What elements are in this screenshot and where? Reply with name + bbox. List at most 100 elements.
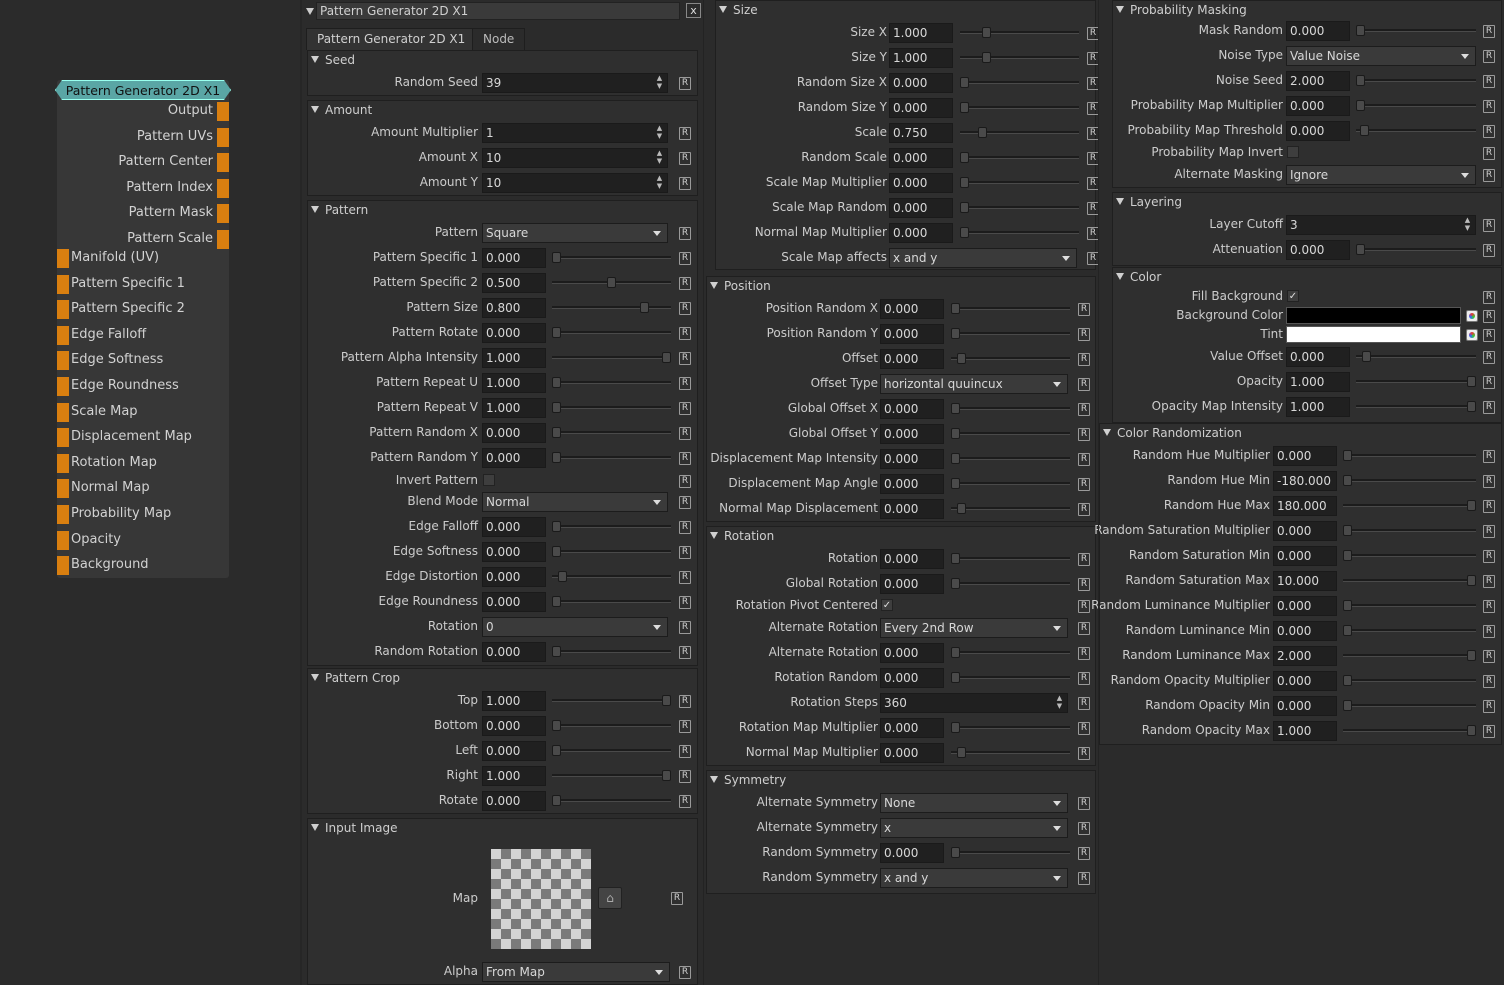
dropdown[interactable]: Value Noise [1286,46,1476,66]
value-field[interactable]: 0.000 [482,423,546,443]
reset-button[interactable]: R [1078,622,1090,635]
reset-button[interactable]: R [679,475,691,488]
value-field[interactable]: 0.000 [880,424,944,444]
slider-track[interactable] [1343,679,1476,682]
slider-handle[interactable] [552,402,561,413]
slider-handle[interactable] [951,403,960,414]
slider-track[interactable] [1343,454,1476,457]
reset-button[interactable]: R [1483,329,1495,342]
slider-handle[interactable] [1356,25,1365,36]
slider-track[interactable] [951,457,1070,460]
collapse-triangle-icon[interactable] [311,106,319,113]
load-image-icon[interactable]: ⌂ [598,887,622,909]
dropdown[interactable]: Every 2nd Row [880,618,1068,638]
slider-track[interactable] [960,56,1079,59]
group-header[interactable]: Color [1116,270,1161,284]
slider-handle[interactable] [552,252,561,263]
output-port[interactable] [217,102,229,121]
value-field[interactable]: 0.000 [880,349,944,369]
value-field[interactable]: 1.000 [482,348,546,368]
group-header[interactable]: Symmetry [710,773,786,787]
group-header[interactable]: Seed [311,53,355,67]
input-port[interactable] [57,453,69,473]
reset-button[interactable]: R [671,892,683,905]
slider-handle[interactable] [960,77,969,88]
value-field[interactable]: 0.000 [1286,240,1350,260]
slider-handle[interactable] [978,127,987,138]
slider-track[interactable] [951,557,1070,560]
value-field[interactable]: 0.000 [889,148,953,168]
value-field[interactable]: 0.000 [880,324,944,344]
group-header[interactable]: Amount [311,103,372,117]
collapse-icon[interactable] [306,8,314,15]
value-field[interactable]: 0.000 [880,668,944,688]
slider-track[interactable] [552,456,671,459]
slider-handle[interactable] [951,722,960,733]
reset-button[interactable]: R [1483,25,1495,38]
dropdown[interactable]: Normal [482,492,668,512]
slider-handle[interactable] [552,427,561,438]
value-field[interactable]: 0.000 [880,399,944,419]
slider-handle[interactable] [1467,401,1476,412]
reset-button[interactable]: R [1078,428,1090,441]
spin-field[interactable]: 3 [1286,215,1476,235]
slider-track[interactable] [552,774,671,777]
slider-track[interactable] [1343,529,1476,532]
reset-button[interactable]: R [679,596,691,609]
slider-handle[interactable] [552,720,561,731]
spin-field[interactable]: 10 [482,148,668,168]
slider-track[interactable] [1343,729,1476,732]
slider-handle[interactable] [662,695,671,706]
reset-button[interactable]: R [679,302,691,315]
value-field[interactable]: 0.000 [482,642,546,662]
reset-button[interactable]: R [679,745,691,758]
value-field[interactable]: 0.000 [880,499,944,519]
slider-handle[interactable] [1360,125,1369,136]
reset-button[interactable]: R [1078,747,1090,760]
slider-handle[interactable] [951,647,960,658]
collapse-triangle-icon[interactable] [311,824,319,831]
value-field[interactable]: 0.000 [880,743,944,763]
value-field[interactable]: 0.000 [880,574,944,594]
reset-button[interactable]: R [679,377,691,390]
reset-button[interactable]: R [1078,822,1090,835]
slider-handle[interactable] [1343,675,1352,686]
input-port[interactable] [57,505,69,524]
reset-button[interactable]: R [679,402,691,415]
slider-handle[interactable] [1356,75,1365,86]
reset-button[interactable]: R [679,227,691,240]
collapse-triangle-icon[interactable] [719,6,727,13]
slider-track[interactable] [552,406,671,409]
reset-button[interactable]: R [1483,450,1495,463]
slider-track[interactable] [552,381,671,384]
spin-arrows-icon[interactable]: ▲ ▼ [1462,216,1473,234]
value-field[interactable]: 0.000 [880,299,944,319]
reset-button[interactable]: R [1483,401,1495,414]
value-field[interactable]: 0.000 [880,474,944,494]
slider-track[interactable] [951,582,1070,585]
reset-button[interactable]: R [1483,725,1495,738]
slider-handle[interactable] [951,328,960,339]
tab-pattern-generator[interactable]: Pattern Generator 2D X1 [306,28,477,50]
reset-button[interactable]: R [679,546,691,559]
slider-track[interactable] [552,550,671,553]
reset-button[interactable]: R [1078,503,1090,516]
reset-button[interactable]: R [1078,478,1090,491]
input-port[interactable] [57,377,69,396]
reset-button[interactable]: R [679,152,691,165]
slider-track[interactable] [552,256,671,259]
slider-handle[interactable] [951,578,960,589]
slider-track[interactable] [951,676,1070,679]
slider-track[interactable] [1356,129,1476,132]
slider-track[interactable] [951,482,1070,485]
slider-handle[interactable] [1356,244,1365,255]
pattern-generator-node[interactable]: Pattern Generator 2D X1 Output Pattern UV… [57,80,229,578]
reset-button[interactable]: R [679,720,691,733]
slider-track[interactable] [1343,704,1476,707]
reset-button[interactable]: R [1078,403,1090,416]
input-port[interactable] [57,402,69,422]
slider-track[interactable] [960,231,1079,234]
reset-button[interactable]: R [1483,525,1495,538]
slider-handle[interactable] [951,847,960,858]
dropdown[interactable]: x and y [880,868,1068,888]
